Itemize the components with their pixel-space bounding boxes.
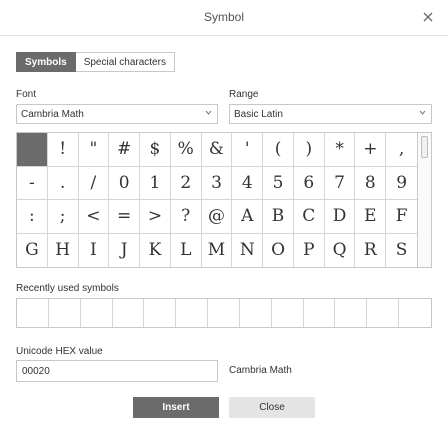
recent-symbol-cell[interactable] <box>176 299 209 327</box>
title-bar: Symbol <box>0 0 448 36</box>
recent-symbol-cell[interactable] <box>144 299 177 327</box>
symbol-cell[interactable]: = <box>109 200 141 234</box>
symbol-grid: ! " # $% & '() * +, -./0 1 2 3 4 5 6 7 8 9:; < = >? @ A B C D E F G H… <box>16 132 418 268</box>
scrollbar-thumb[interactable] <box>421 136 428 158</box>
symbol-cell[interactable]: I <box>79 233 110 267</box>
symbol-cell[interactable]: N <box>232 233 264 267</box>
recent-symbol-cell[interactable] <box>49 299 81 327</box>
symbol-cell[interactable]: 8 <box>355 166 387 200</box>
close-icon[interactable] <box>418 7 438 27</box>
tab-special-characters[interactable]: Special characters <box>75 52 175 72</box>
symbol-cell[interactable]: < <box>78 200 110 234</box>
symbol-cell[interactable]: 5 <box>263 166 294 200</box>
symbol-cell[interactable]: 2 <box>170 166 202 200</box>
symbol-cell[interactable]: @ <box>201 200 233 234</box>
symbol-cell[interactable]: S <box>386 234 417 268</box>
symbol-cell[interactable]: 9 <box>386 167 417 200</box>
symbol-cell[interactable]: H <box>48 233 79 267</box>
recent-symbol-cell[interactable] <box>399 299 431 327</box>
recent-symbol-cell[interactable] <box>208 299 240 327</box>
symbol-cell[interactable]: % <box>170 133 202 167</box>
symbol-cell[interactable]: # <box>109 133 141 167</box>
symbol-cell[interactable]: ? <box>170 200 202 234</box>
symbol-cell[interactable]: * <box>324 133 356 167</box>
symbol-cell[interactable]: ) <box>293 133 325 167</box>
symbol-cell[interactable]: - <box>17 166 48 200</box>
unicode-hex-input[interactable]: 00020 <box>16 360 218 382</box>
range-select[interactable]: Basic Latin <box>229 104 432 124</box>
symbol-cell[interactable]: 7 <box>324 166 356 200</box>
symbol-cell[interactable]: L <box>171 233 202 267</box>
recent-symbol-cell[interactable] <box>113 299 145 327</box>
symbol-cell[interactable]: K <box>140 233 171 267</box>
recent-symbol-cell[interactable] <box>367 299 400 327</box>
symbol-cell[interactable]: . <box>47 166 79 200</box>
insert-button[interactable]: Insert <box>133 397 219 418</box>
symbol-cell[interactable]: $ <box>140 133 171 167</box>
symbol-cell[interactable]: ( <box>263 133 294 167</box>
symbol-cell[interactable]: / <box>78 166 110 200</box>
font-select-value: Cambria Math <box>21 108 84 120</box>
symbol-cell[interactable]: " <box>78 133 110 167</box>
tab-symbols[interactable]: Symbols <box>16 52 76 72</box>
symbol-cell[interactable]: ' <box>232 133 264 167</box>
recent-symbol-cell[interactable] <box>304 299 336 327</box>
range-select-value: Basic Latin <box>234 108 283 120</box>
symbol-cell[interactable]: : <box>17 200 48 234</box>
recent-label: Recently used symbols <box>16 283 119 294</box>
symbol-cell[interactable]: ; <box>47 200 79 234</box>
symbol-cell[interactable]: J <box>109 233 141 267</box>
symbol-cell[interactable]: 3 <box>201 166 233 200</box>
symbol-cell[interactable]: > <box>140 200 171 234</box>
symbol-cell[interactable]: A <box>232 200 264 234</box>
recent-symbols-grid <box>16 298 432 328</box>
close-button[interactable]: Close <box>229 397 315 418</box>
chevron-down-icon <box>418 108 427 120</box>
recent-symbol-cell[interactable] <box>81 299 113 327</box>
chevron-down-icon <box>204 108 213 120</box>
symbol-cell[interactable]: D <box>324 200 356 234</box>
symbol-cell[interactable]: C <box>293 200 325 234</box>
symbol-cell[interactable]: M <box>202 233 233 267</box>
recent-symbol-cell[interactable] <box>17 299 49 327</box>
recent-symbol-cell[interactable] <box>272 299 304 327</box>
symbol-cell[interactable]: , <box>386 133 417 167</box>
symbol-cell[interactable]: P <box>294 233 325 267</box>
unicode-label: Unicode HEX value <box>16 346 103 357</box>
symbol-cell[interactable]: 4 <box>232 166 264 200</box>
symbol-cell[interactable]: 0 <box>109 166 141 200</box>
symbol-cell[interactable]: Q <box>325 233 356 267</box>
font-select[interactable]: Cambria Math <box>16 104 218 124</box>
recent-symbol-cell[interactable] <box>335 299 368 327</box>
dialog-title: Symbol <box>203 10 244 24</box>
symbol-cell[interactable]: ! <box>47 133 79 167</box>
symbol-cell[interactable]: + <box>355 133 387 167</box>
unicode-font-name: Cambria Math <box>229 365 292 376</box>
symbol-cell[interactable]: 1 <box>140 166 171 200</box>
symbol-cell-selected[interactable] <box>17 133 48 167</box>
symbol-cell[interactable]: G <box>17 233 48 267</box>
symbol-cell[interactable]: R <box>355 233 387 267</box>
symbol-cell[interactable]: F <box>386 200 417 234</box>
symbol-cell[interactable]: 6 <box>293 166 325 200</box>
symbol-cell[interactable]: & <box>201 133 233 167</box>
range-label: Range <box>229 89 259 100</box>
symbol-cell[interactable]: B <box>263 200 294 234</box>
symbol-cell[interactable]: O <box>263 233 294 267</box>
recent-symbol-cell[interactable] <box>240 299 272 327</box>
symbol-grid-scrollbar[interactable] <box>418 132 432 268</box>
font-label: Font <box>16 89 37 100</box>
symbol-cell[interactable]: E <box>355 200 387 234</box>
tab-bar: Symbols Special characters <box>16 52 175 72</box>
